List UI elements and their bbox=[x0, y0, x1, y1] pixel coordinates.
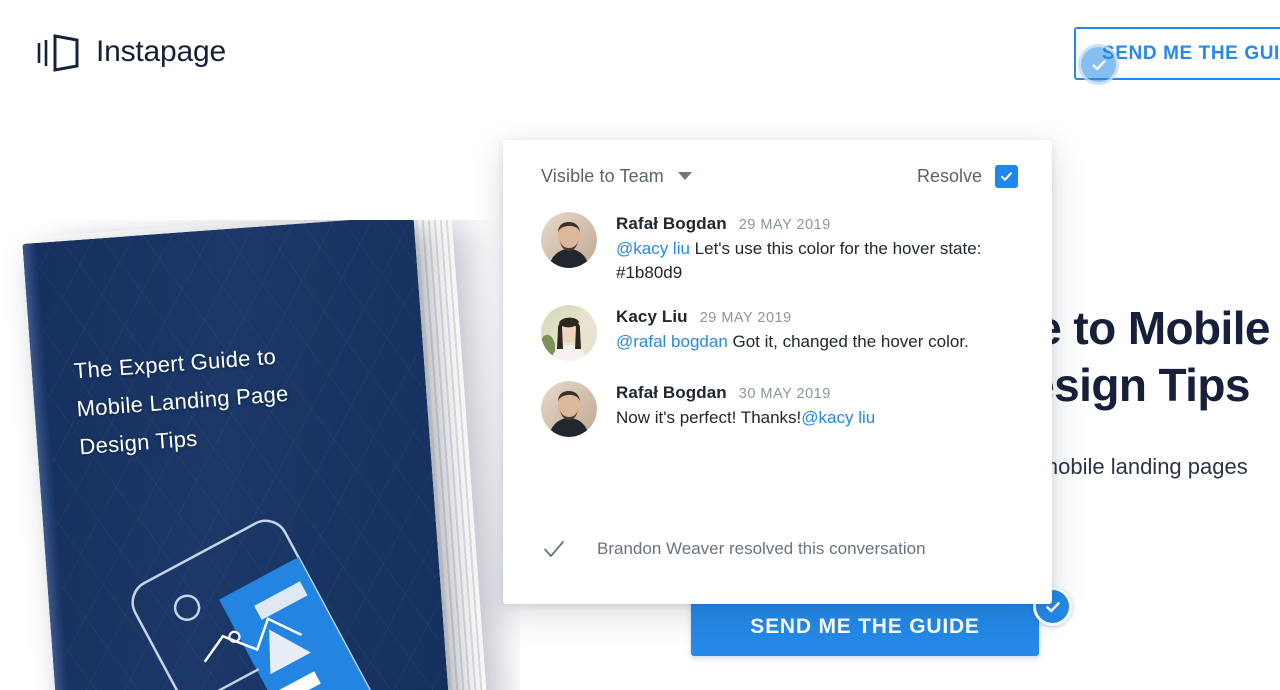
visibility-dropdown[interactable]: Visible to Team bbox=[541, 166, 692, 187]
resolution-status: Brandon Weaver resolved this conversatio… bbox=[503, 536, 1052, 562]
book-cover: The Expert Guide to Mobile Landing Page … bbox=[22, 220, 452, 690]
hero-cta-label: SEND ME THE GUIDE bbox=[750, 615, 980, 638]
comment-list: Rafał Bogdan 29 MAY 2019 @kacy liu Let's… bbox=[503, 212, 1052, 457]
mention-link[interactable]: @rafal bogdan bbox=[616, 332, 728, 351]
page-header: Instapage SEND ME THE GUIDE bbox=[0, 0, 1280, 110]
ebook-illustration: The Expert Guide to Mobile Landing Page … bbox=[0, 220, 520, 690]
comment-thread-panel: Visible to Team Resolve Rafał Bogdan 29 … bbox=[503, 140, 1052, 604]
avatar-rafal-bogdan bbox=[541, 212, 597, 268]
comment-text: @rafal bogdan Got it, changed the hover … bbox=[616, 330, 969, 354]
resolve-checkbox[interactable] bbox=[995, 164, 1018, 188]
comment-text: Now it's perfect! Thanks!@kacy liu bbox=[616, 406, 875, 430]
check-icon bbox=[544, 541, 564, 557]
list-item[interactable]: Rafał Bogdan 30 MAY 2019 Now it's perfec… bbox=[503, 381, 1052, 438]
avatar-kacy-liu bbox=[541, 305, 597, 362]
avatar-rafal-bogdan bbox=[541, 381, 597, 438]
avatar bbox=[541, 212, 597, 268]
panel-header: Visible to Team Resolve bbox=[503, 140, 1052, 212]
chevron-down-icon bbox=[677, 172, 692, 180]
comment-author: Kacy Liu bbox=[616, 307, 688, 327]
resolve-toggle[interactable]: Resolve bbox=[916, 164, 1018, 188]
resolution-text: Brandon Weaver resolved this conversatio… bbox=[597, 539, 926, 558]
comment-body: Rafał Bogdan 29 MAY 2019 @kacy liu Let's… bbox=[616, 212, 1008, 285]
check-icon bbox=[1001, 171, 1012, 181]
comment-body-text: Now it's perfect! Thanks! bbox=[616, 408, 802, 428]
comment-text: @kacy liu Let's use this color for the h… bbox=[616, 237, 1008, 285]
comment-meta: Kacy Liu 29 MAY 2019 bbox=[616, 307, 969, 327]
book-cover-title: The Expert Guide to Mobile Landing Page … bbox=[72, 343, 290, 459]
comment-body: Rafał Bogdan 30 MAY 2019 Now it's perfec… bbox=[616, 381, 875, 437]
mention-link[interactable]: @kacy liu bbox=[616, 239, 690, 258]
comment-date: 29 MAY 2019 bbox=[738, 217, 831, 233]
header-cta-label: SEND ME THE GUIDE bbox=[1102, 42, 1280, 64]
comment-body: Kacy Liu 29 MAY 2019 @rafal bogdan Got i… bbox=[616, 305, 969, 361]
avatar bbox=[541, 381, 597, 438]
comment-body-text: Got it, changed the hover color. bbox=[727, 332, 969, 352]
mention-link[interactable]: @kacy liu bbox=[801, 408, 875, 427]
list-item[interactable]: Kacy Liu 29 MAY 2019 @rafal bogdan Got i… bbox=[503, 305, 1052, 362]
brand-logo[interactable]: Instapage bbox=[36, 30, 226, 74]
brand-name: Instapage bbox=[96, 35, 226, 68]
comment-author: Rafał Bogdan bbox=[616, 383, 727, 403]
check-circle-icon[interactable] bbox=[1078, 44, 1119, 85]
check-icon bbox=[1091, 59, 1106, 70]
comment-date: 30 MAY 2019 bbox=[738, 386, 831, 403]
visibility-label: Visible to Team bbox=[541, 165, 664, 186]
comment-author: Rafał Bogdan bbox=[616, 214, 727, 233]
instapage-logo-icon bbox=[37, 34, 79, 72]
phone-wireframe-icon bbox=[131, 519, 410, 690]
resolve-label: Resolve bbox=[916, 165, 982, 186]
hero-cta-button[interactable]: SEND ME THE GUIDE bbox=[691, 598, 1039, 656]
comment-meta: Rafał Bogdan 29 MAY 2019 bbox=[616, 214, 1008, 234]
book-spine bbox=[22, 242, 75, 690]
list-item[interactable]: Rafał Bogdan 29 MAY 2019 @kacy liu Let's… bbox=[503, 212, 1052, 285]
comment-meta: Rafał Bogdan 30 MAY 2019 bbox=[616, 383, 875, 403]
avatar bbox=[541, 305, 597, 362]
comment-date: 29 MAY 2019 bbox=[699, 310, 792, 327]
